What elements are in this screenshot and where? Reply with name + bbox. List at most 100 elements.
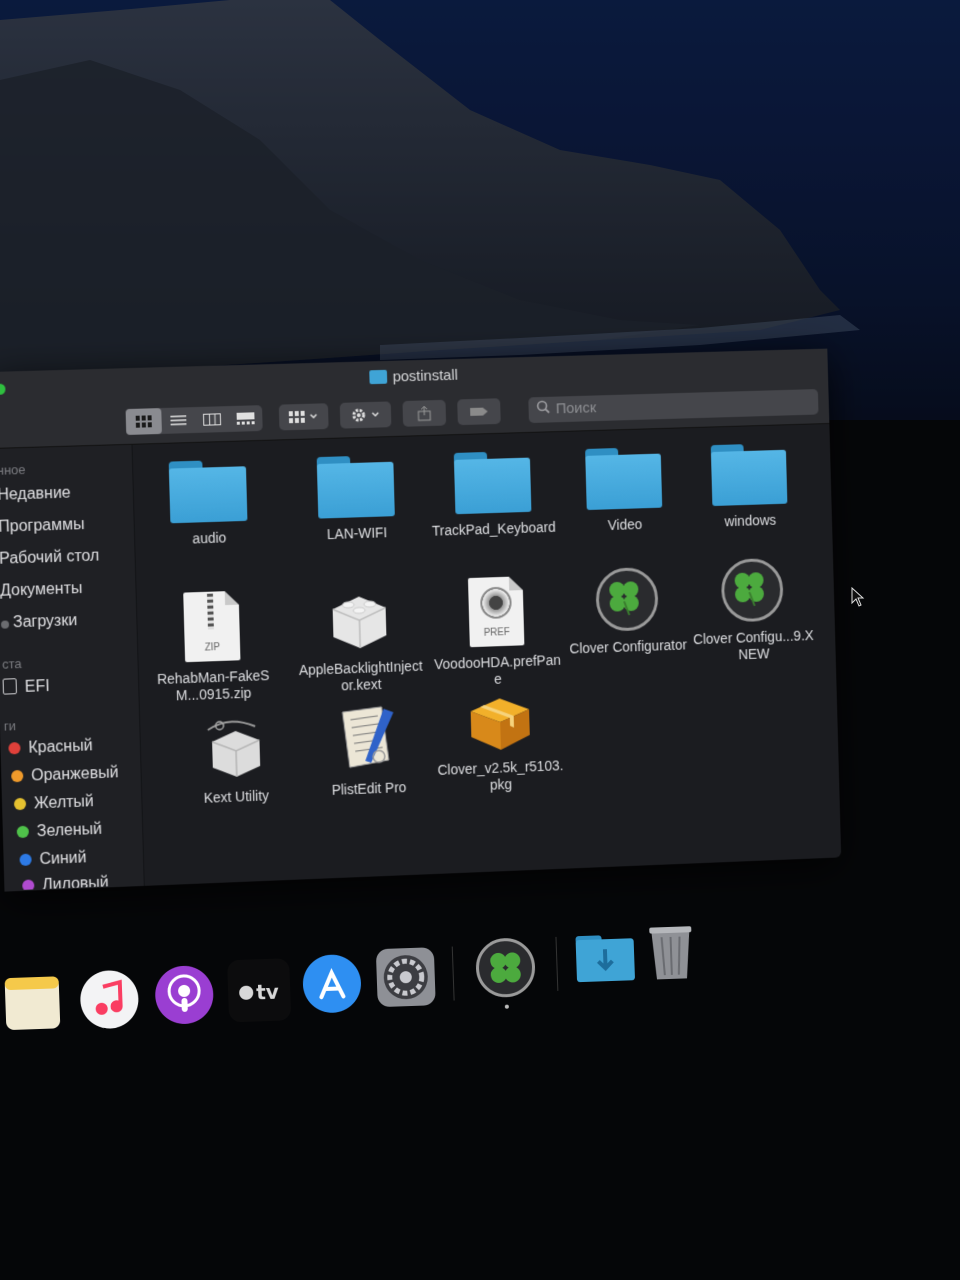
sidebar-item-label: Синий: [39, 849, 86, 868]
file-item-applebacklightinjector[interactable]: AppleBacklightInjector.kext: [295, 585, 425, 696]
file-name: Clover Configurator: [565, 636, 691, 657]
view-mode-control: [126, 405, 263, 435]
kext-utility-icon: [200, 714, 271, 782]
sidebar-tag-green[interactable]: Зеленый: [17, 821, 103, 842]
share-icon: [417, 405, 431, 421]
file-item-plistedit-pro[interactable]: PlistEdit Pro: [303, 701, 433, 800]
purple-tag-dot: [22, 879, 34, 889]
group-grid-chevron-icon: [289, 410, 319, 423]
tags-button[interactable]: [457, 398, 501, 425]
file-item-audio[interactable]: audio: [143, 459, 274, 550]
sidebar-section-favorites: нное: [0, 462, 26, 478]
file-item-voodoohda-prefpane[interactable]: PREF VoodooHDA.prefPane: [432, 575, 562, 690]
file-item-lan-wifi[interactable]: LAN-WIFI: [291, 454, 421, 544]
sidebar-item-efi[interactable]: EFI: [3, 677, 50, 698]
dock-separator: [555, 937, 558, 991]
sidebar-item-label: Загрузки: [13, 612, 78, 631]
orange-tag-dot: [11, 770, 23, 782]
clover-configurator-icon[interactable]: [473, 936, 537, 1000]
package-icon: [464, 691, 534, 753]
file-item-clover-configurator-new[interactable]: Clover Configu...9.X NEW: [689, 557, 817, 665]
tag-icon: [469, 405, 489, 417]
share-button[interactable]: [402, 400, 446, 427]
file-name: audio: [145, 528, 274, 549]
sidebar-item-desktop[interactable]: Рабочий стол: [0, 548, 100, 569]
search-placeholder: Поиск: [556, 399, 597, 417]
file-grid: audio LAN-WIFI TrackPad_Keyboard Video w…: [132, 424, 841, 886]
folder-icon: [585, 447, 662, 510]
file-name: Video: [562, 515, 688, 536]
file-name: PlistEdit Pro: [305, 778, 433, 800]
search-field[interactable]: Поиск: [528, 389, 818, 423]
prefpane-icon: PREF: [468, 576, 524, 647]
kext-lego-icon: [324, 586, 394, 654]
pref-badge: PREF: [469, 627, 524, 640]
sidebar-tag-yellow[interactable]: Желтый: [14, 793, 94, 814]
sidebar-item-downloads[interactable]: Загрузки: [1, 612, 78, 633]
gallery-icon: [237, 412, 255, 424]
file-name: VoodooHDA.prefPane: [434, 652, 562, 690]
clover-icon: [595, 567, 659, 632]
folder-icon: [454, 451, 532, 515]
app-store-icon[interactable]: [300, 952, 364, 1016]
file-name: Kext Utility: [172, 786, 301, 808]
grid-icon: [136, 415, 152, 427]
mouse-cursor-icon: [851, 587, 865, 612]
running-indicator: [505, 1005, 509, 1009]
sidebar-tag-blue[interactable]: Синий: [19, 849, 86, 870]
search-icon: [536, 397, 550, 423]
plist-icon: [334, 702, 401, 774]
green-tag-dot: [17, 826, 29, 838]
red-tag-dot: [8, 742, 20, 754]
apple-tv-icon[interactable]: tv: [227, 958, 291, 1022]
icon-view-button[interactable]: [126, 408, 162, 435]
list-icon: [170, 414, 186, 426]
file-name: windows: [688, 511, 813, 532]
group-by-button[interactable]: [279, 403, 329, 430]
gallery-view-button[interactable]: [228, 405, 262, 432]
sidebar-tag-red[interactable]: Красный: [8, 737, 93, 758]
finder-window: postinstall Поиск нное Недавние Программ…: [0, 349, 841, 892]
column-view-button[interactable]: [195, 406, 229, 433]
sidebar-tag-orange[interactable]: Оранжевый: [11, 764, 119, 786]
file-item-windows[interactable]: windows: [686, 442, 813, 531]
downloads-folder-icon[interactable]: [573, 926, 637, 990]
file-name: Clover Configu...9.X NEW: [691, 627, 817, 665]
sidebar-item-recents[interactable]: Недавние: [0, 485, 71, 505]
yellow-tag-dot: [14, 798, 26, 810]
blue-tag-dot: [19, 854, 31, 866]
folder-icon: [169, 459, 248, 523]
downloads-icon: [1, 620, 9, 628]
file-item-clover-configurator[interactable]: Clover Configurator: [563, 566, 691, 658]
sidebar-item-documents[interactable]: Документы: [0, 580, 83, 601]
gear-icon: [351, 407, 381, 424]
notes-icon[interactable]: [2, 972, 62, 1032]
sidebar-tag-purple[interactable]: Лиловый: [22, 874, 109, 889]
file-name: RehabMan-FakeSM...0915.zip: [149, 667, 278, 705]
file-item-clover-pkg[interactable]: Clover_v2.5k_r5103.pkg: [435, 690, 564, 795]
sidebar-item-label: Желтый: [34, 793, 94, 812]
file-item-kext-utility[interactable]: Kext Utility: [170, 713, 301, 808]
music-icon[interactable]: [77, 967, 141, 1031]
sidebar-item-label: Красный: [28, 737, 93, 756]
drive-icon: [3, 678, 17, 694]
action-menu-button[interactable]: [340, 401, 392, 428]
system-preferences-icon[interactable]: [374, 945, 438, 1009]
folder-icon: [369, 370, 387, 384]
file-name: Clover_v2.5k_r5103.pkg: [437, 757, 565, 795]
podcasts-icon[interactable]: [152, 963, 216, 1027]
zip-icon: ZIP: [183, 591, 240, 662]
sidebar-item-label: Лиловый: [42, 874, 109, 889]
file-item-trackpad-keyboard[interactable]: TrackPad_Keyboard: [428, 450, 557, 540]
sidebar-item-label: Оранжевый: [31, 764, 119, 784]
file-item-video[interactable]: Video: [560, 446, 688, 536]
columns-icon: [203, 413, 221, 425]
zip-badge: ZIP: [185, 641, 241, 654]
list-view-button[interactable]: [161, 407, 195, 434]
dock-separator: [452, 947, 455, 1001]
clover-icon: [721, 558, 784, 623]
trash-icon[interactable]: [645, 920, 709, 984]
sidebar-item-applications[interactable]: Программы: [0, 516, 85, 537]
file-item-rehabman-zip[interactable]: ZIP RehabMan-FakeSM...0915.zip: [147, 590, 279, 706]
file-name: LAN-WIFI: [293, 523, 421, 544]
